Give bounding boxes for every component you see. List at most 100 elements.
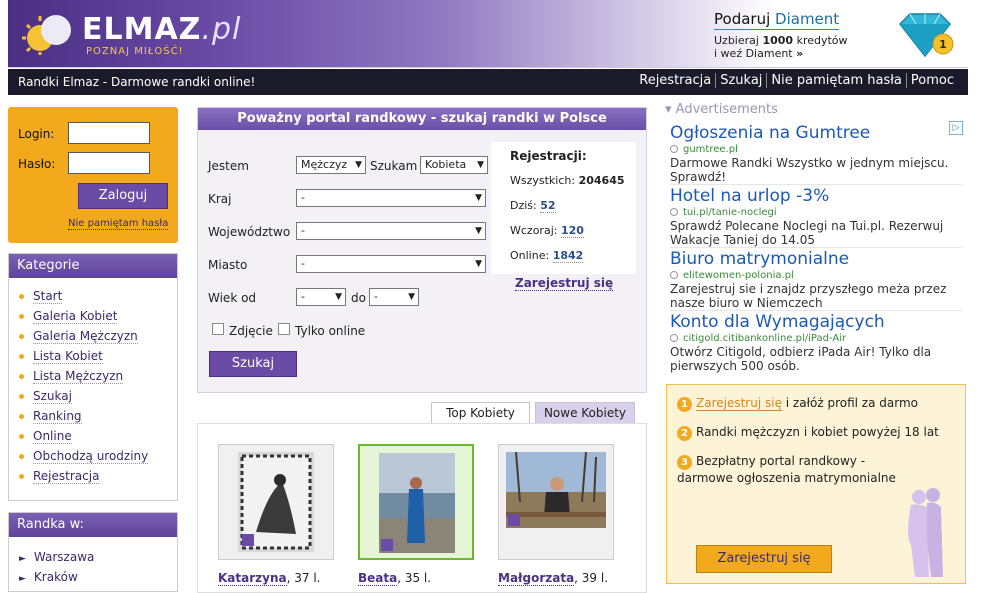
profile-photo-malgorzata[interactable]	[498, 444, 614, 560]
kraj-label: Kraj	[208, 192, 232, 206]
bullet-icon	[19, 294, 24, 299]
photo-checkbox-label: Zdjęcie	[229, 324, 273, 338]
menu-item-lista-mezczyzn[interactable]: Lista Mężczyzn	[19, 366, 177, 386]
ad-url: tui.pl/tanie-noclegi	[670, 207, 962, 218]
wojewodztwo-select[interactable]: - ▼	[296, 222, 486, 240]
profile-thumbnail	[506, 452, 606, 528]
diamond-icon[interactable]: 1	[894, 10, 956, 60]
globe-icon	[670, 271, 678, 279]
menu-item-urodziny[interactable]: Obchodzą urodziny	[19, 446, 177, 466]
bullet-icon	[19, 474, 24, 479]
online-checkbox-label: Tylko online	[295, 324, 366, 338]
ad-citigold[interactable]: Konto dla Wymagających citigold.citibank…	[670, 312, 962, 373]
password-input[interactable]	[68, 152, 150, 174]
ad-tui[interactable]: Hotel na urlop -3% tui.pl/tanie-noclegi …	[670, 186, 962, 248]
dropdown-arrow-icon: ▼	[408, 292, 415, 302]
benefit-register-link[interactable]: Zarejestruj się	[696, 396, 782, 411]
randka-title: Randka w:	[9, 513, 177, 537]
dropdown-arrow-icon: ▼	[475, 193, 482, 203]
diamond-count-badge: 1	[939, 38, 947, 51]
nav-search-link[interactable]: Szukaj	[715, 73, 766, 88]
nav-help-link[interactable]: Pomoc	[905, 73, 958, 88]
profile-name-malgorzata: Małgorzata, 39 l.	[498, 571, 609, 586]
profile-gallery: Katarzyna, 37 l. Beata, 35 l. Małgorzata…	[197, 423, 647, 593]
registration-stats: Rejestracji: Wszystkich: 204645 Dziś: 52…	[491, 142, 636, 274]
dropdown-arrow-icon: ▼	[475, 226, 482, 236]
stats-today: Dziś: 52	[510, 199, 556, 213]
search-button[interactable]: Szukaj	[209, 351, 297, 377]
miasto-label: Miasto	[208, 258, 248, 272]
ad-url: citigold.citibankonline.pl/iPad-Air	[670, 333, 962, 344]
ad-title[interactable]: Hotel na urlop -3%	[670, 186, 962, 206]
diamond-promo[interactable]: Podaruj Diament Uzbieraj 1000 kredytów i…	[714, 10, 884, 60]
online-checkbox[interactable]	[278, 323, 290, 335]
menu-item-galeria-mezczyzn[interactable]: Galeria Mężczyzn	[19, 326, 177, 346]
profile-name-beata: Beata, 35 l.	[358, 571, 432, 586]
register-cta-button[interactable]: Zarejestruj się	[696, 545, 832, 573]
ad-url: gumtree.pl	[670, 144, 962, 155]
top-nav-bar: Randki Elmaz - Darmowe randki online! Re…	[8, 69, 968, 95]
bullet-icon	[19, 394, 24, 399]
tab-nowe-kobiety[interactable]: Nowe Kobiety	[535, 402, 635, 424]
ads-heading: ▾ Advertisements	[665, 102, 778, 117]
ad-url: elitewomen-polonia.pl	[670, 270, 962, 281]
menu-item-galeria-kobiet[interactable]: Galeria Kobiet	[19, 306, 177, 326]
profile-photo-beata[interactable]	[358, 444, 474, 560]
jestem-select[interactable]: Mężczyz ▼	[296, 156, 366, 174]
ad-description: Zarejestruj sie i znajdz przyszłego meża…	[670, 282, 947, 310]
stats-online: Online: 1842	[510, 249, 584, 263]
bullet-icon	[19, 454, 24, 459]
site-header: ELMAZ.pl POZNAJ MIŁOŚĆ! Podaruj Diament …	[8, 0, 968, 68]
login-label: Login:	[18, 127, 55, 141]
bullet-icon	[19, 374, 24, 379]
miasto-select[interactable]: - ▼	[296, 255, 486, 273]
ad-title[interactable]: Konto dla Wymagających	[670, 312, 962, 332]
bullet-icon	[19, 434, 24, 439]
wiek-to-select[interactable]: - ▼	[369, 288, 419, 306]
password-label: Hasło:	[18, 157, 56, 171]
menu-item-rejestracja[interactable]: Rejestracja	[19, 466, 177, 486]
szukam-select[interactable]: Kobieta ▼	[420, 156, 488, 174]
stats-all: Wszystkich: 204645	[510, 174, 625, 187]
dropdown-arrow-icon: ▼	[335, 292, 342, 302]
kraj-select[interactable]: - ▼	[296, 189, 486, 207]
profile-name-katarzyna: Katarzyna, 37 l.	[218, 571, 321, 586]
nav-forgot-password-link[interactable]: Nie pamiętam hasła	[766, 73, 905, 88]
site-tagline: Randki Elmaz - Darmowe randki online!	[18, 75, 256, 89]
menu-item-start[interactable]: Start	[19, 286, 177, 306]
ad-gumtree[interactable]: Ogłoszenia na Gumtree gumtree.pl Darmowe…	[670, 123, 962, 185]
bullet-icon	[19, 334, 24, 339]
menu-item-online[interactable]: Online	[19, 426, 177, 446]
photo-checkbox[interactable]	[212, 323, 224, 335]
profile-photo-katarzyna[interactable]	[218, 444, 334, 560]
wiek-from-select[interactable]: - ▼	[296, 288, 346, 306]
search-panel: Poważny portal randkowy - szukaj randki …	[197, 107, 647, 393]
bullet-icon	[19, 354, 24, 359]
ad-description: Darmowe Randki Wszystko w jednym miejscu…	[670, 156, 949, 184]
nav-register-link[interactable]: Rejestracja	[635, 73, 715, 88]
stats-yesterday: Wczoraj: 120	[510, 224, 584, 238]
top-nav-links: Rejestracja Szukaj Nie pamiętam hasła Po…	[635, 73, 958, 88]
dropdown-arrow-icon: ▼	[355, 160, 362, 170]
benefit-item-3: 3 Bezpłatny portal randkowy - darmowe ogł…	[677, 454, 896, 485]
city-item-krakow[interactable]: ► Kraków	[19, 567, 177, 587]
ad-biuro[interactable]: Biuro matrymonialne elitewomen-polonia.p…	[670, 249, 962, 311]
ad-description: Otwórz Citigold, odbierz iPada Air! Tylk…	[670, 345, 932, 373]
promo-text: Uzbieraj 1000 kredytów i weź Diament »	[714, 34, 848, 60]
login-button[interactable]: Zaloguj	[78, 183, 168, 209]
ad-title[interactable]: Biuro matrymonialne	[670, 249, 962, 269]
bullet-icon	[19, 314, 24, 319]
city-item-warszawa[interactable]: ► Warszawa	[19, 547, 177, 567]
menu-item-ranking[interactable]: Ranking	[19, 406, 177, 426]
ad-title[interactable]: Ogłoszenia na Gumtree	[670, 123, 962, 143]
login-input[interactable]	[68, 122, 150, 144]
tab-top-kobiety[interactable]: Top Kobiety	[431, 402, 530, 424]
profile-thumbnail	[238, 452, 314, 552]
menu-item-szukaj[interactable]: Szukaj	[19, 386, 177, 406]
site-logo[interactable]: ELMAZ.pl	[82, 12, 241, 47]
promo-title[interactable]: Podaruj Diament	[714, 10, 840, 30]
menu-item-lista-kobiet[interactable]: Lista Kobiet	[19, 346, 177, 366]
stats-register-link[interactable]: Zarejestruj się	[515, 276, 614, 291]
globe-icon	[670, 334, 678, 342]
forgot-password-link[interactable]: Nie pamiętam hasła	[68, 218, 169, 230]
